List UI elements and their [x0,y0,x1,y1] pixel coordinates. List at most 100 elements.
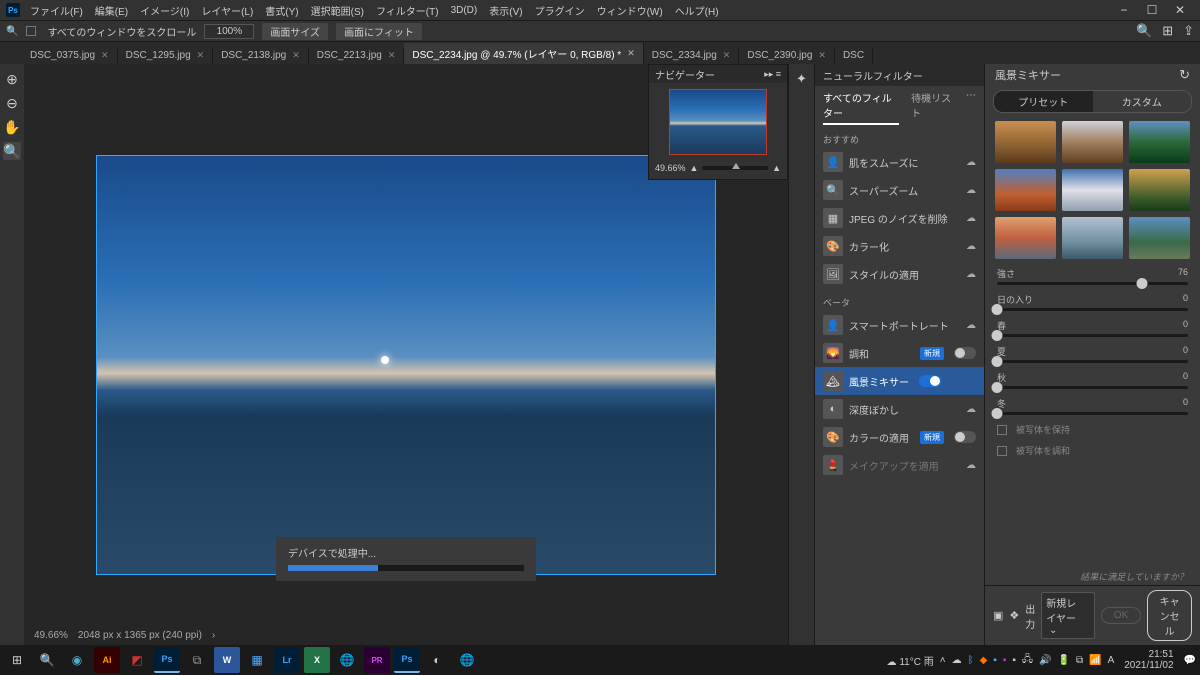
tab-preset[interactable]: プリセット [994,91,1093,112]
window-close-icon[interactable]: ✕ [1166,3,1194,17]
document-tab-active[interactable]: DSC_2234.jpg @ 49.7% (レイヤー 0, RGB/8) *✕ [404,43,643,64]
workspace-icon[interactable]: ⊞ [1162,23,1173,39]
tray-icon[interactable]: ▪ [1003,655,1007,666]
reset-icon[interactable]: ↻ [1179,67,1190,83]
slider-track[interactable] [997,386,1188,389]
tray-network-icon[interactable]: 🖧 [1022,652,1033,669]
panel-collapse-icon[interactable]: ▸▸ ≡ [764,69,781,80]
hand-tool-icon[interactable]: ✋ [3,118,21,136]
weather-widget[interactable]: ☁ 11°C 雨 [887,653,934,668]
menu-plugin[interactable]: プラグイン [529,1,591,20]
document-tab[interactable]: DSC_1295.jpg✕ [118,47,214,64]
fit-screen-button[interactable]: 画面サイズ [262,23,328,40]
menu-view[interactable]: 表示(V) [483,1,528,20]
taskbar-app-icon[interactable]: ◐ [424,647,450,673]
tray-chevron-icon[interactable]: ˄ [940,655,946,666]
zoom-percentage-input[interactable] [204,24,254,39]
filter-super-zoom[interactable]: 🔍スーパーズーム☁ [815,176,984,204]
filter-colorize[interactable]: 🎨カラー化☁ [815,232,984,260]
tray-icon[interactable]: ◆ [980,655,988,666]
taskbar-app-icon[interactable]: ▦ [244,647,270,673]
document-tab[interactable]: DSC_2213.jpg✕ [309,47,405,64]
search-icon[interactable]: 🔍 [1136,23,1152,39]
slider-thumb[interactable] [992,382,1003,393]
menu-filter[interactable]: フィルター(T) [370,1,445,20]
tray-bluetooth-icon[interactable]: ᛒ [968,655,974,666]
taskbar-lightroom-icon[interactable]: Lr [274,647,300,673]
filter-depth-blur[interactable]: ◐深度ぼかし☁ [815,395,984,423]
filter-harmonize[interactable]: 🌄調和新規 [815,339,984,367]
taskbar-app-icon[interactable]: ⧉ [184,647,210,673]
tray-cloud-icon[interactable]: ☁ [952,655,962,666]
taskbar-word-icon[interactable]: W [214,647,240,673]
taskbar-illustrator-icon[interactable]: Ai [94,647,120,673]
checkbox-icon[interactable] [997,446,1007,456]
taskbar-chrome-icon[interactable]: 🌐 [454,647,480,673]
menu-edit[interactable]: 編集(E) [89,1,134,20]
document-tab[interactable]: DSC_2138.jpg✕ [213,47,309,64]
tray-notifications-icon[interactable]: 💬 [1184,655,1196,666]
status-zoom[interactable]: 49.66% [34,630,68,641]
panel-menu-icon[interactable]: ⋯ [966,90,976,125]
tray-icon[interactable]: ▪ [993,655,997,666]
slider-track[interactable] [997,334,1188,337]
canvas-viewport[interactable]: ナビゲーター ▸▸ ≡ 49.66% ▲ ▲ デバイスで処理中... [24,64,788,625]
toggle-icon[interactable] [954,431,976,443]
layers-icon[interactable]: ❖ [1009,609,1019,622]
tray-battery-icon[interactable]: 🔋 [1058,655,1070,666]
document-tab[interactable]: DSC [835,47,873,64]
preset-thumbnail[interactable] [995,121,1056,163]
close-icon[interactable]: ✕ [388,50,396,61]
preset-thumbnail[interactable] [1062,121,1123,163]
output-select[interactable]: 新規レイヤー ⌄ [1041,592,1095,639]
check-harmonize[interactable]: 被写体を調和 [997,444,1188,457]
zoom-small-icon[interactable]: ▲ [690,163,699,173]
close-icon[interactable]: ✕ [101,50,109,61]
taskbar-premiere-icon[interactable]: PR [364,647,390,673]
filter-style-transfer[interactable]: 🖼スタイルの適用☁ [815,260,984,288]
slider-track[interactable] [997,308,1188,311]
tab-all-filters[interactable]: すべてのフィルター [823,90,899,125]
sparkle-icon[interactable]: ✦ [793,70,811,88]
filter-smooth-skin[interactable]: 👤肌をスムーズに☁ [815,148,984,176]
taskbar-chrome-icon[interactable]: 🌐 [334,647,360,673]
tray-icon[interactable]: ⧉ [1076,655,1083,666]
preset-thumbnail[interactable] [1062,217,1123,259]
navigator-thumbnail[interactable] [669,89,767,155]
preset-thumbnail[interactable] [1129,169,1190,211]
taskbar-search-icon[interactable]: 🔍 [34,647,60,673]
tray-wifi-icon[interactable]: 📶 [1089,655,1101,666]
tray-ime-icon[interactable]: A [1108,655,1115,666]
taskbar-excel-icon[interactable]: X [304,647,330,673]
slider-thumb[interactable] [992,356,1003,367]
menu-image[interactable]: イメージ(I) [134,1,195,20]
zoom-large-icon[interactable]: ▲ [772,163,781,173]
menu-file[interactable]: ファイル(F) [24,1,89,20]
slider-thumb[interactable] [992,408,1003,419]
preset-thumbnail[interactable] [995,217,1056,259]
window-restore-icon[interactable]: ☐ [1138,3,1166,17]
menu-layer[interactable]: レイヤー(L) [195,1,259,20]
share-icon[interactable]: ⇪ [1183,23,1194,39]
zoom-tool-icon[interactable]: 🔍 [3,142,21,160]
preset-thumbnail[interactable] [1129,121,1190,163]
menu-help[interactable]: ヘルプ(H) [669,1,725,20]
scroll-all-checkbox[interactable] [26,26,36,36]
close-icon[interactable]: ✕ [818,50,826,61]
menu-type[interactable]: 書式(Y) [259,1,304,20]
filter-jpeg-artifacts[interactable]: ▦JPEG のノイズを削除☁ [815,204,984,232]
tray-volume-icon[interactable]: 🔊 [1039,655,1051,666]
menu-select[interactable]: 選択範囲(S) [305,1,370,20]
taskbar-app-icon[interactable]: ◩ [124,647,150,673]
cancel-button[interactable]: キャンセル [1147,590,1192,641]
navigator-zoom-slider[interactable] [702,166,768,170]
tab-custom[interactable]: カスタム [1093,91,1192,112]
slider-thumb[interactable] [992,304,1003,315]
close-icon[interactable]: ✕ [197,50,205,61]
close-icon[interactable]: ✕ [292,50,300,61]
toggle-icon[interactable] [919,375,941,387]
slider-track[interactable] [997,282,1188,285]
taskbar-photoshop-icon[interactable]: Ps [154,647,180,673]
document-tab[interactable]: DSC_2390.jpg✕ [739,47,835,64]
feedback-prompt[interactable]: 結果に満足していますか？ [985,564,1200,585]
